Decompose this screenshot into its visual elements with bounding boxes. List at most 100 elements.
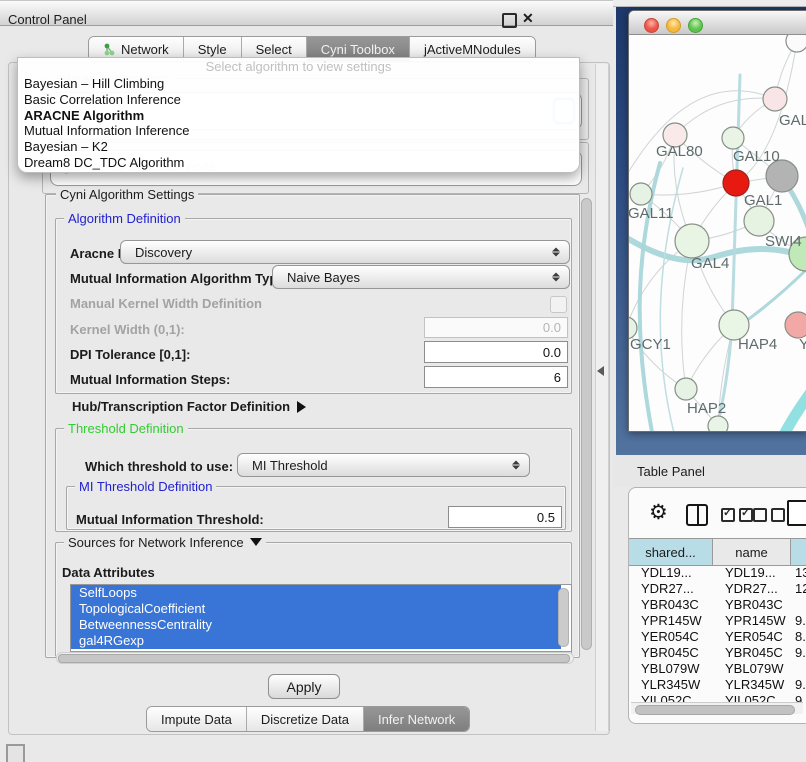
checked-pair-icon[interactable] (721, 508, 753, 522)
network-node-label: HAP2 (687, 400, 726, 417)
sources-expander[interactable]: Sources for Network Inference (64, 535, 266, 550)
tab-impute-data[interactable]: Impute Data (147, 707, 247, 731)
dropdown-item[interactable]: ARACNE Algorithm (18, 108, 579, 124)
table-cell: YDR27... (713, 581, 791, 597)
mi-steps-label: Mutual Information Steps: (70, 372, 230, 387)
settings-scrollbar-thumb[interactable] (581, 198, 592, 650)
dpi-tolerance-field[interactable]: 0.0 (424, 341, 568, 363)
network-node-gal1[interactable] (744, 206, 774, 236)
network-window-titlebar[interactable] (629, 11, 806, 35)
aracne-mode-combo[interactable]: Discovery (120, 240, 570, 264)
zoom-traffic-light-icon[interactable] (688, 18, 703, 33)
attribute-list-item[interactable]: SelfLoops (71, 585, 561, 601)
manual-kernel-label: Manual Kernel Width Definition (70, 296, 262, 311)
network-edge-highlighted (779, 367, 806, 431)
tab-label: Style (198, 42, 227, 57)
close-traffic-light-icon[interactable] (644, 18, 659, 33)
attributes-scrollbar-thumb[interactable] (558, 588, 569, 647)
network-node-white-top[interactable] (786, 35, 806, 52)
settings-hscrollbar[interactable] (56, 652, 574, 664)
mi-type-value: Naive Bayes (287, 270, 360, 285)
table-header-row: shared...name (629, 538, 806, 566)
table-cell: YDL19... (629, 565, 713, 581)
settings-scrollbar[interactable] (580, 196, 593, 652)
close-icon[interactable]: ✕ (522, 10, 534, 27)
application-window: Control Panel ✕ NetworkStyleSelectCyni T… (0, 0, 806, 762)
table-hscrollbar[interactable] (631, 702, 803, 714)
table-row[interactable]: YDR27...YDR27...12 (629, 581, 806, 597)
network-node-label: GAL11 (629, 205, 674, 222)
kernel-width-label: Kernel Width (0,1): (70, 322, 185, 337)
table-row[interactable]: YER054CYER054C8. (629, 629, 806, 645)
table-toolbar: ⚙ (629, 488, 806, 538)
network-node-label: GAL (779, 112, 806, 129)
tab-discretize-data[interactable]: Discretize Data (247, 707, 364, 731)
dropdown-item[interactable]: Bayesian – K2 (18, 139, 579, 155)
network-node-label: HAP4 (738, 336, 777, 353)
table-column-header[interactable] (791, 539, 806, 565)
mi-threshold-label: Mutual Information Threshold: (76, 512, 264, 527)
dropdown-item[interactable]: Basic Correlation Inference (18, 92, 579, 108)
table-row[interactable]: YIL052CYIL052C9. (629, 693, 806, 702)
attribute-list-item[interactable]: gal4RGexp (71, 633, 561, 649)
table-cell: YPR145W (713, 613, 791, 629)
dropdown-item[interactable]: Dream8 DC_TDC Algorithm (18, 155, 579, 171)
attribute-list-item[interactable]: BetweennessCentrality (71, 617, 561, 633)
table-row[interactable]: YLR345WYLR345W9. (629, 677, 806, 693)
table-cell: YDR27... (629, 581, 713, 597)
table-row[interactable]: YBL079WYBL079W (629, 661, 806, 677)
network-node-gal11[interactable] (630, 183, 652, 205)
mi-steps-field[interactable]: 6 (424, 366, 568, 388)
network-node-label: GAL4 (691, 255, 729, 272)
control-panel-scrollbar[interactable] (595, 64, 609, 731)
network-node-hap2[interactable] (675, 378, 697, 400)
float-window-icon[interactable] (502, 13, 517, 28)
document-icon[interactable] (787, 500, 806, 526)
network-node-label: Y (799, 336, 806, 353)
manual-kernel-checkbox[interactable] (550, 296, 567, 313)
table-column-header[interactable]: name (713, 539, 791, 565)
network-canvas[interactable]: GALGAL80GAL10GAL1GAL11GAL4SWI4GCY1HAP4YH… (629, 35, 806, 431)
minimized-panel-icon[interactable] (6, 744, 25, 762)
mi-threshold-field[interactable]: 0.5 (448, 506, 562, 528)
dropdown-item[interactable]: Bayesian – Hill Climbing (18, 76, 579, 92)
mi-type-combo[interactable]: Naive Bayes (272, 265, 570, 289)
table-row[interactable]: YDL19...YDL19...13 (629, 565, 806, 581)
gear-icon[interactable]: ⚙ (649, 500, 668, 525)
network-node-bottom[interactable] (708, 416, 728, 431)
apply-button[interactable]: Apply (268, 674, 340, 699)
network-node-gal4[interactable] (675, 224, 709, 258)
dpi-tolerance-label: DPI Tolerance [0,1]: (70, 347, 190, 362)
cyni-settings-title: Cyni Algorithm Settings (56, 187, 198, 202)
dropdown-placeholder: Select algorithm to view settings (18, 58, 579, 76)
settings-hscrollbar-thumb[interactable] (58, 654, 570, 663)
hub-expander[interactable]: Hub/Transcription Factor Definition (72, 399, 306, 414)
table-row[interactable]: YBR045CYBR045C9. (629, 645, 806, 661)
network-node-gal10[interactable] (722, 127, 744, 149)
table-row[interactable]: YPR145WYPR145W9. (629, 613, 806, 629)
minimize-traffic-light-icon[interactable] (666, 18, 681, 33)
panel-collapse-arrow-icon[interactable] (597, 366, 604, 376)
unchecked-pair-icon[interactable] (753, 508, 785, 522)
toolbar-edge-strip (613, 0, 806, 7)
tab-label: jActiveMNodules (424, 42, 521, 57)
attribute-list-item[interactable]: TopologicalCoefficient (71, 601, 561, 617)
table-cell: 9. (791, 645, 806, 661)
table-column-header[interactable]: shared... (629, 539, 713, 565)
table-row[interactable]: YBR043CYBR043C (629, 597, 806, 613)
kernel-width-field[interactable]: 0.0 (424, 317, 568, 338)
tab-label: Infer Network (378, 712, 455, 727)
dropdown-items: Bayesian – Hill ClimbingBasic Correlatio… (18, 76, 579, 171)
tab-infer-network[interactable]: Infer Network (364, 707, 469, 731)
table-cell: YBL079W (713, 661, 791, 677)
network-view-window[interactable]: GALGAL80GAL10GAL1GAL11GAL4SWI4GCY1HAP4YH… (628, 10, 806, 432)
data-attributes-label: Data Attributes (62, 565, 155, 580)
data-attributes-list[interactable]: SelfLoopsTopologicalCoefficientBetweenne… (70, 584, 572, 652)
dropdown-item[interactable]: Mutual Information Inference (18, 123, 579, 139)
table-hscrollbar-thumb[interactable] (635, 705, 795, 715)
split-columns-icon[interactable] (686, 504, 708, 526)
network-node-gal-cut[interactable] (763, 87, 787, 111)
network-node-pink-right[interactable] (785, 312, 806, 338)
table-cell: YIL052C (713, 693, 791, 702)
which-threshold-combo[interactable]: MI Threshold (237, 453, 530, 477)
